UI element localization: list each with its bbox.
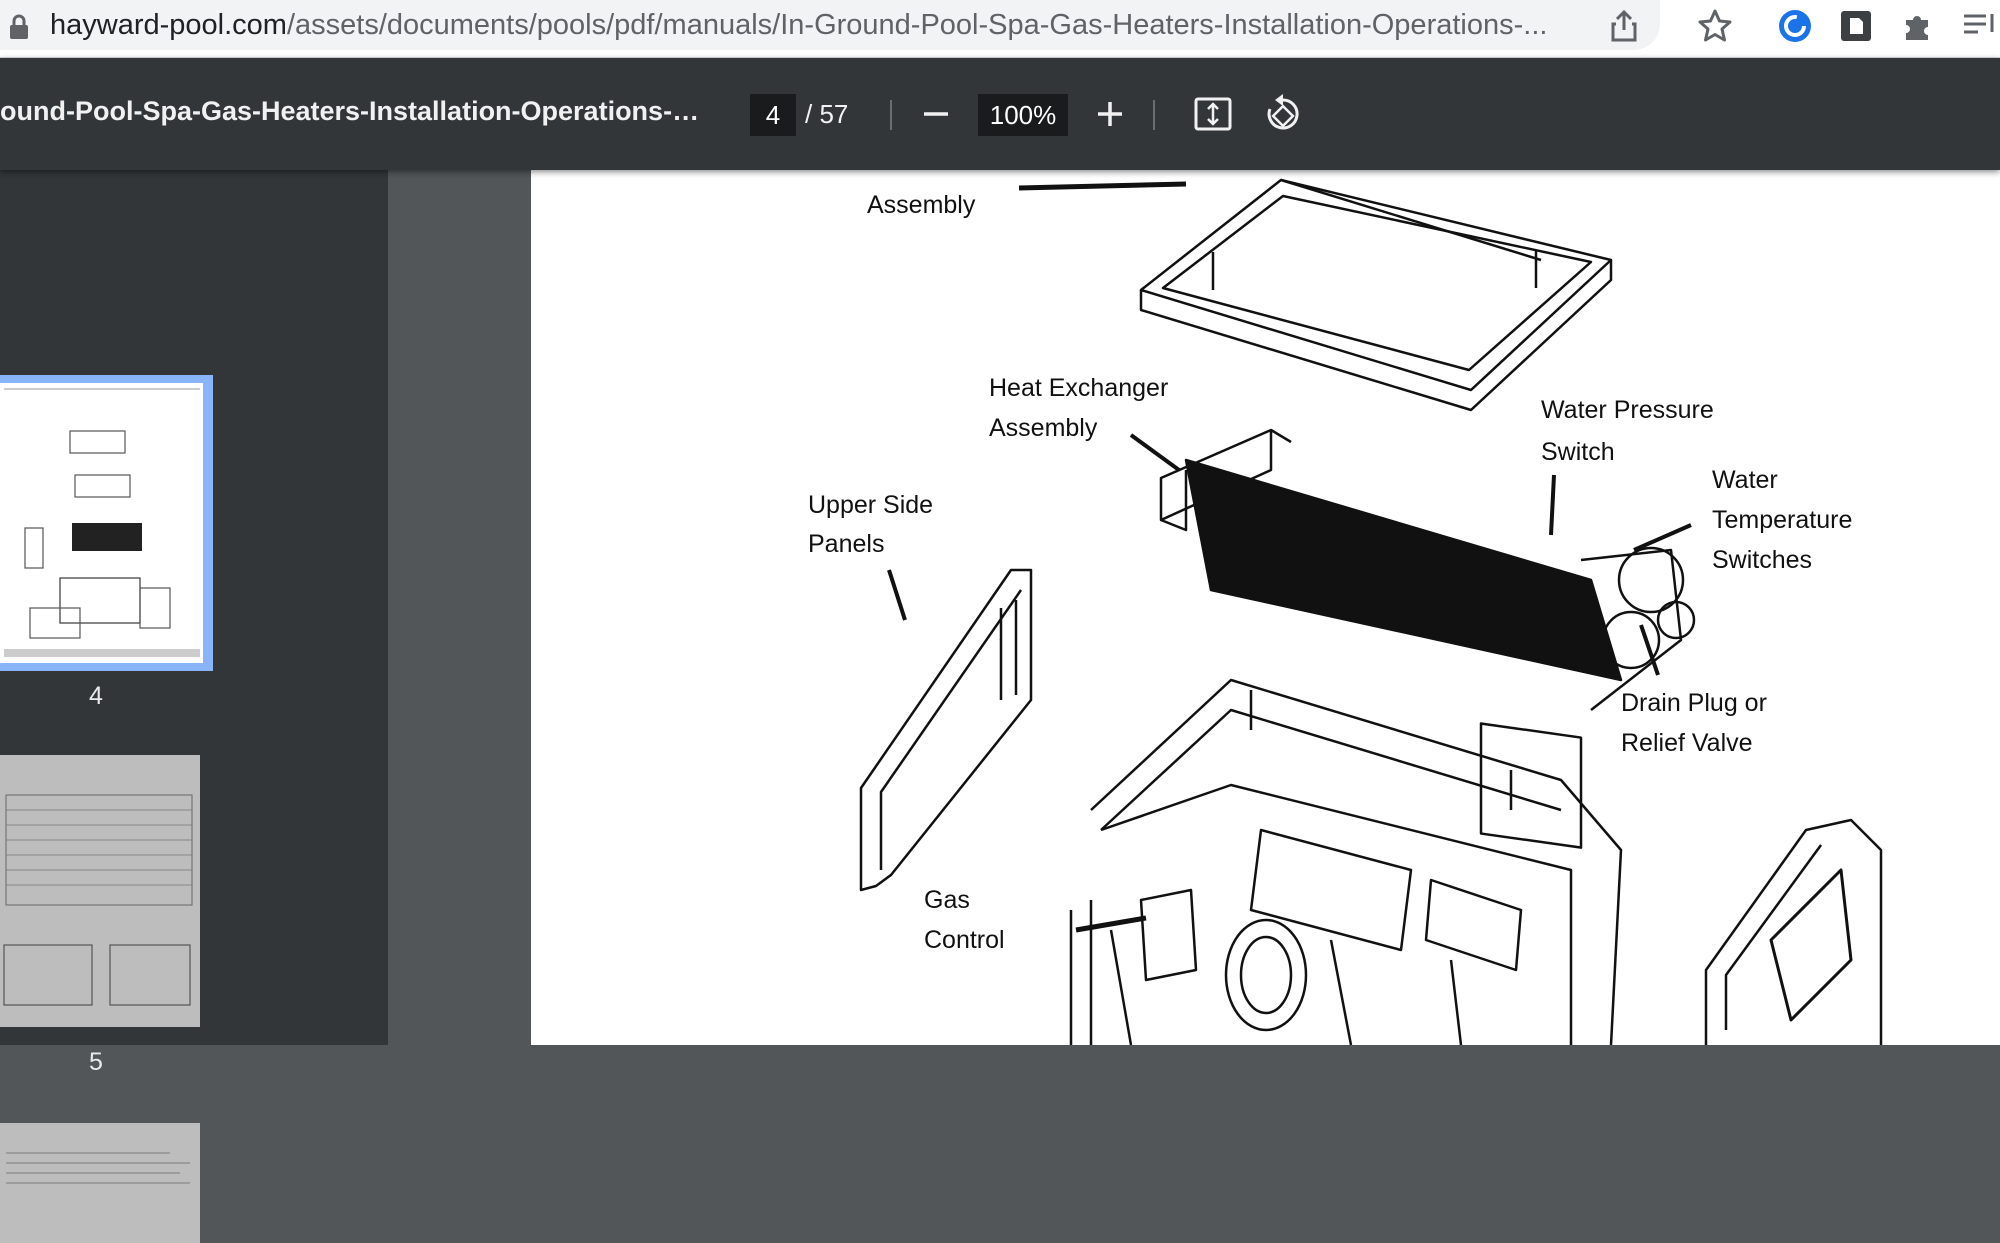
thumbnail-page-4-image [0,383,203,663]
omnibox[interactable]: hayward-pool.com/assets/documents/pools/… [0,0,1660,50]
label-drain-plug-2: Relief Valve [1621,729,1753,757]
star-icon[interactable] [1697,8,1733,44]
pdf-page-4: Assembly Heat Exchanger Assembly Water P… [531,170,2000,1045]
extension-doc-icon[interactable] [1836,6,1876,46]
document-title: ound-Pool-Spa-Gas-Heaters-Installation-O… [0,96,710,126]
label-rain-shield-assembly: Assembly [867,191,976,219]
label-drain-plug-1: Drain Plug or [1621,689,1767,717]
label-gas-control-1: Gas [924,886,970,914]
rain-shield-assembly-drawing [1139,178,1613,412]
thumbnail-page-4[interactable] [0,383,203,663]
extension-c-icon[interactable] [1775,6,1815,46]
label-heat-exchanger-1: Heat Exchanger [989,374,1169,402]
url-path: /assets/documents/pools/pdf/manuals/In-G… [286,9,1548,41]
reading-list-icon[interactable] [1960,6,2000,46]
zoom-out-icon[interactable] [912,90,960,138]
rotate-icon[interactable] [1259,90,1307,138]
label-water-pressure-1: Water Pressure [1541,396,1714,424]
thumbnail-label-5: 5 [89,1048,103,1076]
heater-exploded-diagram [859,178,1883,1045]
label-gas-control-2: Control [924,926,1005,954]
page-number-input[interactable] [750,94,796,136]
thumbnail-page-6-image [0,1123,200,1223]
url-text[interactable]: hayward-pool.com/assets/documents/pools/… [50,6,1570,44]
label-water-temp-1: Water [1712,466,1778,494]
thumbnail-page-5-image [0,755,200,1027]
browser-address-bar: hayward-pool.com/assets/documents/pools/… [0,0,2000,58]
label-water-temp-2: Temperature [1712,506,1853,534]
page-total: / 57 [805,99,849,129]
thumbnail-label-4: 4 [89,682,103,710]
puzzle-icon[interactable] [1898,6,1938,46]
upper-side-panel-drawing [859,568,1033,892]
toolbar-divider [1153,100,1155,130]
thumbnail-page-5[interactable] [0,755,200,1027]
zoom-level-input[interactable] [978,94,1068,136]
label-water-pressure-2: Switch [1541,438,1615,466]
thumbnail-page-6[interactable] [0,1123,200,1243]
lock-icon[interactable] [8,14,30,40]
fit-page-icon[interactable] [1189,90,1237,138]
thumbnail-sidebar: 4 5 [0,170,388,1243]
label-upper-side-2: Panels [808,530,885,558]
heat-exchanger-drawing [1159,428,1696,849]
toolbar-divider [890,100,892,130]
heater-cabinet-drawing [1069,678,1623,1045]
share-icon[interactable] [1606,8,1642,44]
label-water-temp-3: Switches [1712,546,1813,574]
zoom-in-icon[interactable] [1086,90,1134,138]
url-host: hayward-pool.com [50,9,287,41]
pdf-toolbar: ound-Pool-Spa-Gas-Heaters-Installation-O… [0,58,2000,170]
right-side-panel-drawing [1704,818,1883,1045]
label-heat-exchanger-2: Assembly [989,414,1098,442]
label-upper-side-1: Upper Side [808,491,934,519]
